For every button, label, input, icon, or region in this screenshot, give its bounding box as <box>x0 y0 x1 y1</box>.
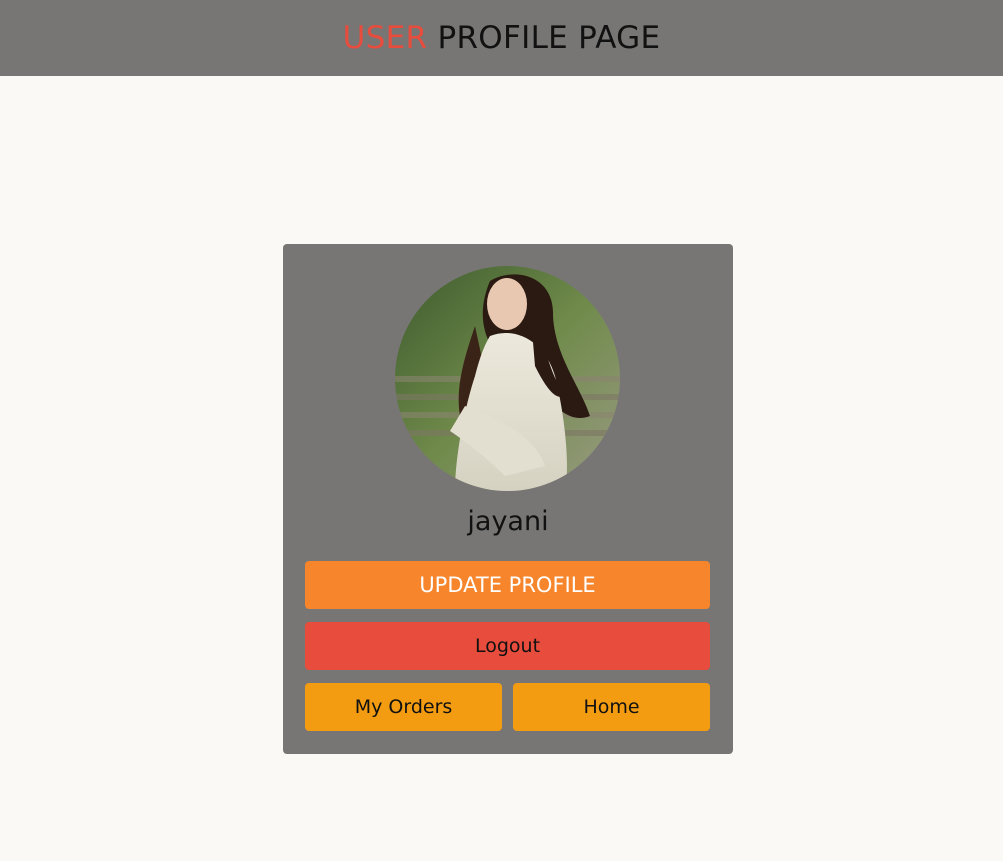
update-profile-button[interactable]: UPDATE PROFILE <box>305 561 710 609</box>
home-button[interactable]: Home <box>513 683 710 731</box>
profile-card: jayani UPDATE PROFILE Logout My Orders H… <box>283 244 733 754</box>
page-title: USER PROFILE PAGE <box>343 20 661 56</box>
username: jayani <box>467 506 549 537</box>
logout-button[interactable]: Logout <box>305 622 710 670</box>
page-title-rest: PROFILE PAGE <box>427 20 661 56</box>
avatar-photo-icon <box>395 266 620 491</box>
page-header: USER PROFILE PAGE <box>0 0 1003 76</box>
avatar <box>395 266 620 491</box>
my-orders-button[interactable]: My Orders <box>305 683 502 731</box>
page-title-accent: USER <box>342 20 428 56</box>
